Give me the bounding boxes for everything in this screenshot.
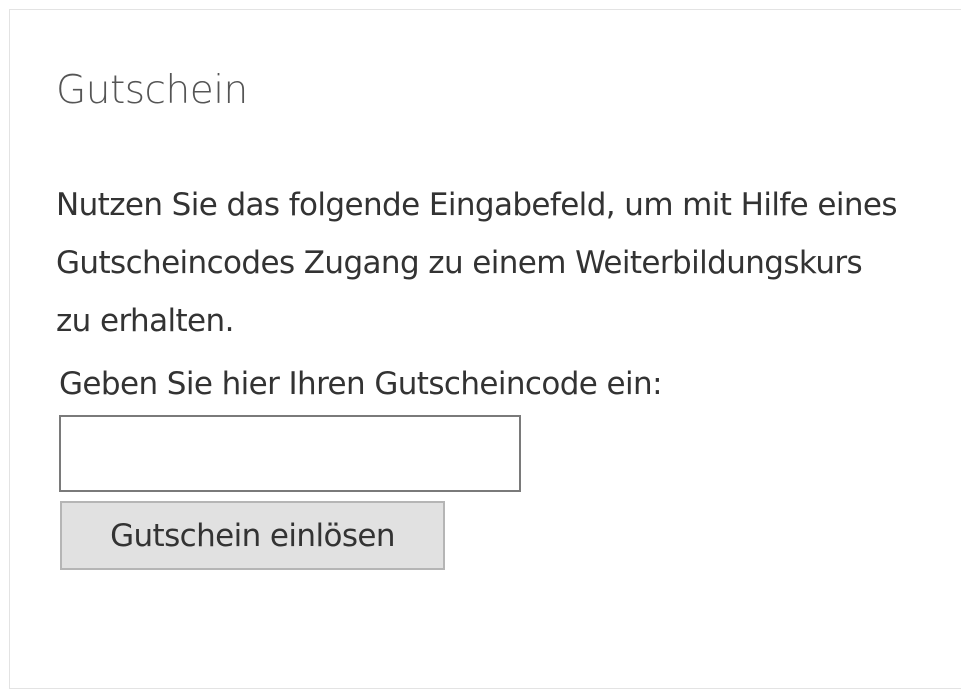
- redeem-voucher-button[interactable]: Gutschein einlösen: [60, 501, 445, 570]
- voucher-code-label: Geben Sie hier Ihren Gutscheincode ein:: [59, 366, 663, 402]
- voucher-title: Gutschein: [56, 68, 248, 113]
- voucher-description: Nutzen Sie das folgende Eingabefeld, um …: [56, 187, 898, 339]
- voucher-code-input[interactable]: [59, 415, 521, 492]
